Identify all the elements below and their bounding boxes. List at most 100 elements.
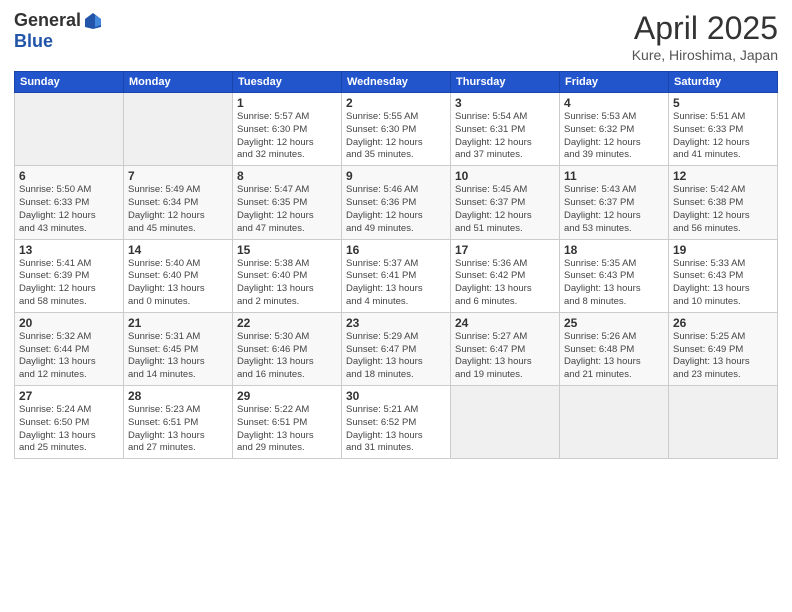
day-number: 30 — [346, 389, 446, 403]
day-number: 14 — [128, 243, 228, 257]
day-number: 25 — [564, 316, 664, 330]
calendar-cell: 13Sunrise: 5:41 AMSunset: 6:39 PMDayligh… — [15, 239, 124, 312]
calendar-cell: 25Sunrise: 5:26 AMSunset: 6:48 PMDayligh… — [560, 312, 669, 385]
day-number: 13 — [19, 243, 119, 257]
logo-icon — [83, 11, 103, 31]
day-info: Sunrise: 5:47 AMSunset: 6:35 PMDaylight:… — [237, 184, 337, 235]
day-number: 12 — [673, 169, 773, 183]
day-info: Sunrise: 5:43 AMSunset: 6:37 PMDaylight:… — [564, 184, 664, 235]
day-info: Sunrise: 5:23 AMSunset: 6:51 PMDaylight:… — [128, 404, 228, 455]
calendar-cell: 22Sunrise: 5:30 AMSunset: 6:46 PMDayligh… — [233, 312, 342, 385]
day-info: Sunrise: 5:30 AMSunset: 6:46 PMDaylight:… — [237, 331, 337, 382]
calendar-cell: 9Sunrise: 5:46 AMSunset: 6:36 PMDaylight… — [342, 166, 451, 239]
day-info: Sunrise: 5:33 AMSunset: 6:43 PMDaylight:… — [673, 258, 773, 309]
day-info: Sunrise: 5:41 AMSunset: 6:39 PMDaylight:… — [19, 258, 119, 309]
day-header-friday: Friday — [560, 72, 669, 93]
day-info: Sunrise: 5:32 AMSunset: 6:44 PMDaylight:… — [19, 331, 119, 382]
calendar-cell: 19Sunrise: 5:33 AMSunset: 6:43 PMDayligh… — [669, 239, 778, 312]
calendar-cell: 18Sunrise: 5:35 AMSunset: 6:43 PMDayligh… — [560, 239, 669, 312]
day-info: Sunrise: 5:37 AMSunset: 6:41 PMDaylight:… — [346, 258, 446, 309]
day-info: Sunrise: 5:31 AMSunset: 6:45 PMDaylight:… — [128, 331, 228, 382]
day-info: Sunrise: 5:22 AMSunset: 6:51 PMDaylight:… — [237, 404, 337, 455]
calendar-cell — [451, 386, 560, 459]
day-number: 3 — [455, 96, 555, 110]
calendar-table: SundayMondayTuesdayWednesdayThursdayFrid… — [14, 71, 778, 459]
header: General Blue April 2025 Kure, Hiroshima,… — [14, 10, 778, 63]
day-info: Sunrise: 5:50 AMSunset: 6:33 PMDaylight:… — [19, 184, 119, 235]
day-number: 2 — [346, 96, 446, 110]
calendar-cell: 7Sunrise: 5:49 AMSunset: 6:34 PMDaylight… — [124, 166, 233, 239]
calendar-cell: 23Sunrise: 5:29 AMSunset: 6:47 PMDayligh… — [342, 312, 451, 385]
day-info: Sunrise: 5:24 AMSunset: 6:50 PMDaylight:… — [19, 404, 119, 455]
calendar-week-4: 20Sunrise: 5:32 AMSunset: 6:44 PMDayligh… — [15, 312, 778, 385]
logo-general: General — [14, 10, 81, 31]
calendar-cell: 15Sunrise: 5:38 AMSunset: 6:40 PMDayligh… — [233, 239, 342, 312]
calendar-cell: 28Sunrise: 5:23 AMSunset: 6:51 PMDayligh… — [124, 386, 233, 459]
day-info: Sunrise: 5:25 AMSunset: 6:49 PMDaylight:… — [673, 331, 773, 382]
page: General Blue April 2025 Kure, Hiroshima,… — [0, 0, 792, 612]
day-header-thursday: Thursday — [451, 72, 560, 93]
day-number: 22 — [237, 316, 337, 330]
day-header-tuesday: Tuesday — [233, 72, 342, 93]
calendar-cell: 21Sunrise: 5:31 AMSunset: 6:45 PMDayligh… — [124, 312, 233, 385]
calendar-cell: 14Sunrise: 5:40 AMSunset: 6:40 PMDayligh… — [124, 239, 233, 312]
title-block: April 2025 Kure, Hiroshima, Japan — [632, 10, 778, 63]
day-header-sunday: Sunday — [15, 72, 124, 93]
calendar-week-3: 13Sunrise: 5:41 AMSunset: 6:39 PMDayligh… — [15, 239, 778, 312]
day-number: 6 — [19, 169, 119, 183]
logo: General Blue — [14, 10, 103, 52]
day-info: Sunrise: 5:29 AMSunset: 6:47 PMDaylight:… — [346, 331, 446, 382]
day-number: 4 — [564, 96, 664, 110]
day-number: 11 — [564, 169, 664, 183]
calendar-cell: 10Sunrise: 5:45 AMSunset: 6:37 PMDayligh… — [451, 166, 560, 239]
calendar-cell: 1Sunrise: 5:57 AMSunset: 6:30 PMDaylight… — [233, 93, 342, 166]
calendar-cell: 2Sunrise: 5:55 AMSunset: 6:30 PMDaylight… — [342, 93, 451, 166]
day-info: Sunrise: 5:53 AMSunset: 6:32 PMDaylight:… — [564, 111, 664, 162]
calendar-cell: 3Sunrise: 5:54 AMSunset: 6:31 PMDaylight… — [451, 93, 560, 166]
calendar-cell: 17Sunrise: 5:36 AMSunset: 6:42 PMDayligh… — [451, 239, 560, 312]
calendar-cell: 24Sunrise: 5:27 AMSunset: 6:47 PMDayligh… — [451, 312, 560, 385]
day-number: 19 — [673, 243, 773, 257]
day-number: 16 — [346, 243, 446, 257]
calendar-cell — [15, 93, 124, 166]
day-number: 23 — [346, 316, 446, 330]
day-info: Sunrise: 5:36 AMSunset: 6:42 PMDaylight:… — [455, 258, 555, 309]
calendar-cell: 6Sunrise: 5:50 AMSunset: 6:33 PMDaylight… — [15, 166, 124, 239]
day-info: Sunrise: 5:35 AMSunset: 6:43 PMDaylight:… — [564, 258, 664, 309]
calendar-week-1: 1Sunrise: 5:57 AMSunset: 6:30 PMDaylight… — [15, 93, 778, 166]
calendar-cell — [669, 386, 778, 459]
day-number: 21 — [128, 316, 228, 330]
calendar-cell: 12Sunrise: 5:42 AMSunset: 6:38 PMDayligh… — [669, 166, 778, 239]
day-number: 24 — [455, 316, 555, 330]
day-header-wednesday: Wednesday — [342, 72, 451, 93]
day-header-saturday: Saturday — [669, 72, 778, 93]
calendar-cell: 30Sunrise: 5:21 AMSunset: 6:52 PMDayligh… — [342, 386, 451, 459]
calendar-cell: 11Sunrise: 5:43 AMSunset: 6:37 PMDayligh… — [560, 166, 669, 239]
day-info: Sunrise: 5:21 AMSunset: 6:52 PMDaylight:… — [346, 404, 446, 455]
logo-text: General — [14, 10, 103, 31]
day-number: 27 — [19, 389, 119, 403]
day-number: 28 — [128, 389, 228, 403]
location-subtitle: Kure, Hiroshima, Japan — [632, 47, 778, 63]
calendar-header-row: SundayMondayTuesdayWednesdayThursdayFrid… — [15, 72, 778, 93]
main-title: April 2025 — [632, 10, 778, 47]
day-info: Sunrise: 5:45 AMSunset: 6:37 PMDaylight:… — [455, 184, 555, 235]
day-info: Sunrise: 5:55 AMSunset: 6:30 PMDaylight:… — [346, 111, 446, 162]
day-info: Sunrise: 5:49 AMSunset: 6:34 PMDaylight:… — [128, 184, 228, 235]
calendar-cell: 20Sunrise: 5:32 AMSunset: 6:44 PMDayligh… — [15, 312, 124, 385]
day-info: Sunrise: 5:42 AMSunset: 6:38 PMDaylight:… — [673, 184, 773, 235]
calendar-cell: 16Sunrise: 5:37 AMSunset: 6:41 PMDayligh… — [342, 239, 451, 312]
calendar-cell: 5Sunrise: 5:51 AMSunset: 6:33 PMDaylight… — [669, 93, 778, 166]
calendar-cell: 27Sunrise: 5:24 AMSunset: 6:50 PMDayligh… — [15, 386, 124, 459]
day-number: 20 — [19, 316, 119, 330]
logo-blue: Blue — [14, 31, 53, 52]
day-number: 26 — [673, 316, 773, 330]
day-info: Sunrise: 5:40 AMSunset: 6:40 PMDaylight:… — [128, 258, 228, 309]
day-info: Sunrise: 5:27 AMSunset: 6:47 PMDaylight:… — [455, 331, 555, 382]
calendar-cell — [124, 93, 233, 166]
calendar-cell: 8Sunrise: 5:47 AMSunset: 6:35 PMDaylight… — [233, 166, 342, 239]
day-info: Sunrise: 5:38 AMSunset: 6:40 PMDaylight:… — [237, 258, 337, 309]
day-info: Sunrise: 5:26 AMSunset: 6:48 PMDaylight:… — [564, 331, 664, 382]
day-number: 8 — [237, 169, 337, 183]
calendar-week-5: 27Sunrise: 5:24 AMSunset: 6:50 PMDayligh… — [15, 386, 778, 459]
